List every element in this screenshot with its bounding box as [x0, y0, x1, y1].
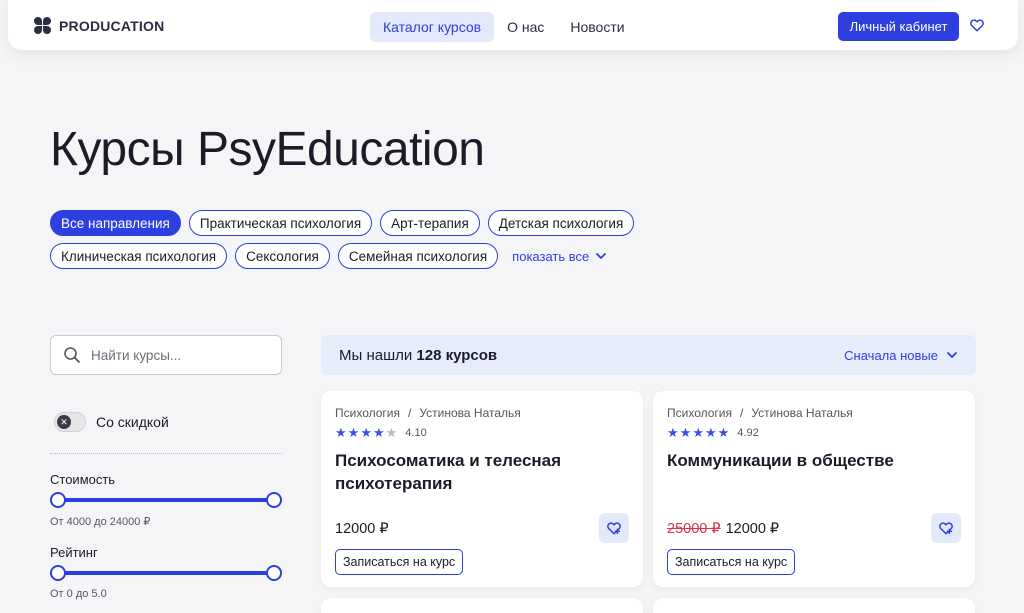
- star-icon: ★: [692, 425, 704, 440]
- rating-slider-min-handle[interactable]: [50, 565, 66, 581]
- add-to-favorites-button[interactable]: [599, 513, 629, 543]
- discount-filter: ✕ Со скидкой: [54, 412, 169, 432]
- rating-filter-label: Рейтинг: [50, 545, 98, 560]
- top-navbar: PRODUCATION Каталог курсов О нас Новости…: [8, 0, 1018, 50]
- price-slider-max-handle[interactable]: [266, 492, 282, 508]
- results-count-prefix: Мы нашли: [339, 346, 413, 364]
- star-icon: ★: [347, 425, 360, 440]
- rating-slider-track[interactable]: [58, 571, 274, 575]
- price-slider-min-handle[interactable]: [50, 492, 66, 508]
- price-current: 12000 ₽: [725, 521, 780, 537]
- tag-sexology[interactable]: Сексология: [235, 243, 330, 269]
- course-meta: Психология / Устинова Наталья: [335, 406, 521, 420]
- tag-all-directions[interactable]: Все направления: [50, 210, 181, 236]
- course-price: 12000 ₽: [335, 521, 389, 537]
- sort-label: Сначала новые: [844, 347, 938, 363]
- logo[interactable]: PRODUCATION: [34, 17, 164, 34]
- course-rating: ★ ★ ★ ★ ★ 4.92: [667, 426, 759, 439]
- course-card[interactable]: [653, 598, 975, 613]
- course-search-box: [50, 335, 282, 375]
- tag-practical-psychology[interactable]: Практическая психология: [188, 210, 373, 236]
- rating-slider-max-handle[interactable]: [266, 565, 282, 581]
- tag-family-psychology[interactable]: Семейная психология: [337, 243, 499, 269]
- category-tags-row-2: Клиническая психология Сексология Семейн…: [50, 243, 607, 269]
- category-tags-row-1: Все направления Практическая психология …: [50, 210, 635, 236]
- add-to-favorites-button[interactable]: [931, 513, 961, 543]
- meta-separator: /: [408, 406, 412, 420]
- rating-value: 4.10: [405, 426, 427, 439]
- sort-dropdown[interactable]: Сначала новые: [844, 348, 958, 363]
- discount-label: Со скидкой: [96, 414, 169, 430]
- price-range-slider: [50, 492, 282, 508]
- course-category[interactable]: Психология: [667, 406, 732, 420]
- course-author[interactable]: Устинова Наталья: [751, 406, 852, 420]
- main-nav: Каталог курсов О нас Новости: [370, 12, 638, 42]
- price-filter-label: Стоимость: [50, 472, 116, 487]
- rating-range-text: От 0 до 5.0: [50, 588, 107, 600]
- course-author[interactable]: Устинова Наталья: [419, 406, 520, 420]
- search-input[interactable]: [91, 347, 261, 363]
- star-icon: ★: [717, 425, 730, 440]
- course-card[interactable]: Психология / Устинова Наталья ★ ★ ★ ★ ★ …: [321, 391, 643, 587]
- course-rating: ★ ★ ★ ★ ★ 4.10: [335, 426, 427, 439]
- star-icon: ★: [679, 425, 692, 440]
- chevron-down-icon: [947, 352, 957, 358]
- star-icon: ★: [385, 425, 398, 440]
- star-icon: ★: [335, 425, 347, 440]
- results-header: Мы нашли 128 курсов Сначала новые: [321, 335, 976, 375]
- price-old: 25000 ₽: [667, 521, 721, 537]
- show-all-tags-link[interactable]: показать все: [512, 243, 607, 269]
- course-title[interactable]: Психосоматика и телесная психотерапия: [335, 449, 585, 495]
- logo-text: PRODUCATION: [59, 17, 165, 34]
- star-icon: ★: [372, 425, 385, 440]
- results-count: Мы нашли 128 курсов: [339, 347, 497, 364]
- favorites-heart-icon[interactable]: [969, 17, 985, 33]
- course-card[interactable]: Психология / Устинова Наталья ★ ★ ★ ★ ★ …: [653, 391, 975, 587]
- nav-item-catalog[interactable]: Каталог курсов: [370, 12, 495, 42]
- nav-item-news[interactable]: Новости: [557, 12, 637, 42]
- page-title: Курсы PsyEducation: [50, 123, 485, 176]
- show-all-label: показать все: [512, 248, 590, 264]
- star-icon: ★: [360, 425, 372, 440]
- toggle-off-icon: ✕: [57, 415, 71, 429]
- tag-clinical-psychology[interactable]: Клиническая психология: [50, 243, 228, 269]
- tag-child-psychology[interactable]: Детская психология: [487, 210, 635, 236]
- course-title[interactable]: Коммуникации в обществе: [667, 449, 917, 472]
- enroll-button[interactable]: Записаться на курс: [335, 549, 464, 575]
- star-icon: ★: [704, 425, 717, 440]
- results-count-value: 128 курсов: [416, 346, 498, 364]
- discount-toggle[interactable]: ✕: [54, 412, 86, 432]
- meta-separator: /: [740, 406, 744, 420]
- heart-plus-icon: [607, 522, 621, 535]
- star-icon: ★: [667, 425, 679, 440]
- chevron-down-icon: [596, 253, 607, 259]
- course-category[interactable]: Психология: [335, 406, 400, 420]
- tag-art-therapy[interactable]: Арт-терапия: [380, 210, 480, 236]
- rating-value: 4.92: [737, 426, 759, 439]
- sidebar-divider: [50, 453, 282, 454]
- price-range-text: От 4000 до 24000 ₽: [50, 516, 151, 528]
- heart-plus-icon: [939, 522, 953, 535]
- personal-cabinet-button[interactable]: Личный кабинет: [838, 12, 959, 41]
- course-card[interactable]: [321, 598, 643, 613]
- enroll-button[interactable]: Записаться на курс: [667, 549, 796, 575]
- price-current: 12000 ₽: [335, 521, 389, 537]
- course-meta: Психология / Устинова Наталья: [667, 406, 853, 420]
- rating-range-slider: [50, 565, 282, 581]
- nav-item-about[interactable]: О нас: [494, 12, 557, 42]
- course-price: 25000 ₽ 12000 ₽: [667, 521, 779, 537]
- search-icon: [64, 347, 80, 363]
- logo-icon: [34, 17, 51, 34]
- price-slider-track[interactable]: [58, 498, 274, 502]
